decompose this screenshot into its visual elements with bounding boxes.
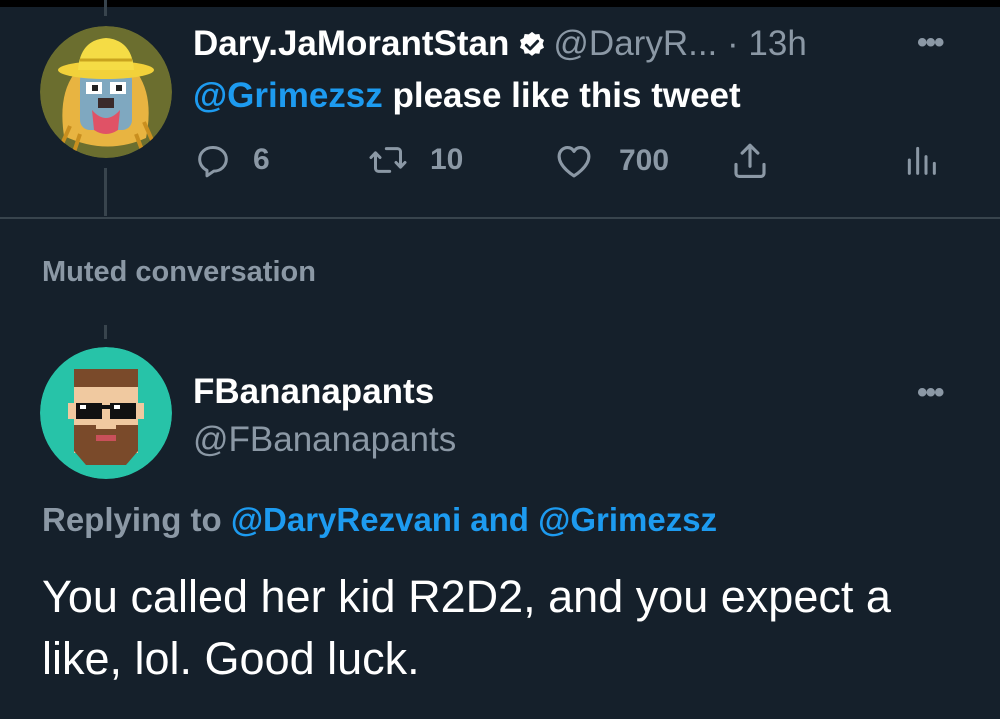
lion-avatar-icon xyxy=(40,26,172,158)
mention-link[interactable]: @Grimezsz xyxy=(538,501,717,538)
display-name[interactable]: Dary.JaMorantStan xyxy=(193,24,509,63)
thread-line-reply xyxy=(104,325,107,339)
reply-button[interactable]: 6 xyxy=(193,140,270,180)
analytics-icon xyxy=(901,140,941,180)
like-count: 700 xyxy=(619,144,670,177)
retweet-button[interactable]: 10 xyxy=(368,140,463,180)
tweet1-text-body: please like this tweet xyxy=(382,76,741,115)
pixel-man-avatar-icon xyxy=(40,347,172,479)
replying-prefix: Replying to xyxy=(42,501,231,538)
like-button[interactable]: 700 xyxy=(553,140,669,182)
reply-count: 6 xyxy=(253,143,270,176)
handle[interactable]: @FBananapants xyxy=(193,420,456,460)
reply-icon xyxy=(193,140,233,180)
avatar[interactable] xyxy=(40,26,172,158)
verified-badge-icon xyxy=(517,29,547,69)
more-icon[interactable]: ••• xyxy=(917,376,944,410)
thread-line-bottom xyxy=(104,168,107,216)
display-name[interactable]: FBananapants xyxy=(193,372,434,412)
tweet1-header: Dary.JaMorantStan @DaryR... · 13h xyxy=(193,24,807,69)
replying-to: Replying to @DaryRezvani and @Grimezsz xyxy=(42,500,717,540)
analytics-button[interactable] xyxy=(901,140,941,180)
muted-conversation-label: Muted conversation xyxy=(42,256,316,288)
retweet-count: 10 xyxy=(430,143,464,176)
tweet1-text: @Grimezsz please like this tweet xyxy=(193,76,741,116)
handle[interactable]: @DaryR... xyxy=(553,24,717,63)
tweet2-text: You called her kid R2D2, and you expect … xyxy=(42,571,891,684)
separator-dot: · xyxy=(727,24,739,63)
share-button[interactable] xyxy=(729,140,771,182)
top-edge xyxy=(0,0,1000,7)
tweet1-actions: 6 10 700 xyxy=(193,140,953,184)
divider xyxy=(0,217,1000,219)
more-icon[interactable]: ••• xyxy=(917,26,944,60)
share-icon xyxy=(729,140,771,182)
like-icon xyxy=(553,140,595,182)
thread-line-top xyxy=(104,0,107,16)
mention-link[interactable]: @Grimezsz xyxy=(193,76,383,115)
replying-and[interactable]: and xyxy=(461,501,538,538)
avatar[interactable] xyxy=(40,347,172,479)
mention-link[interactable]: @DaryRezvani xyxy=(231,501,461,538)
retweet-icon xyxy=(368,140,408,180)
timestamp[interactable]: 13h xyxy=(748,24,806,63)
